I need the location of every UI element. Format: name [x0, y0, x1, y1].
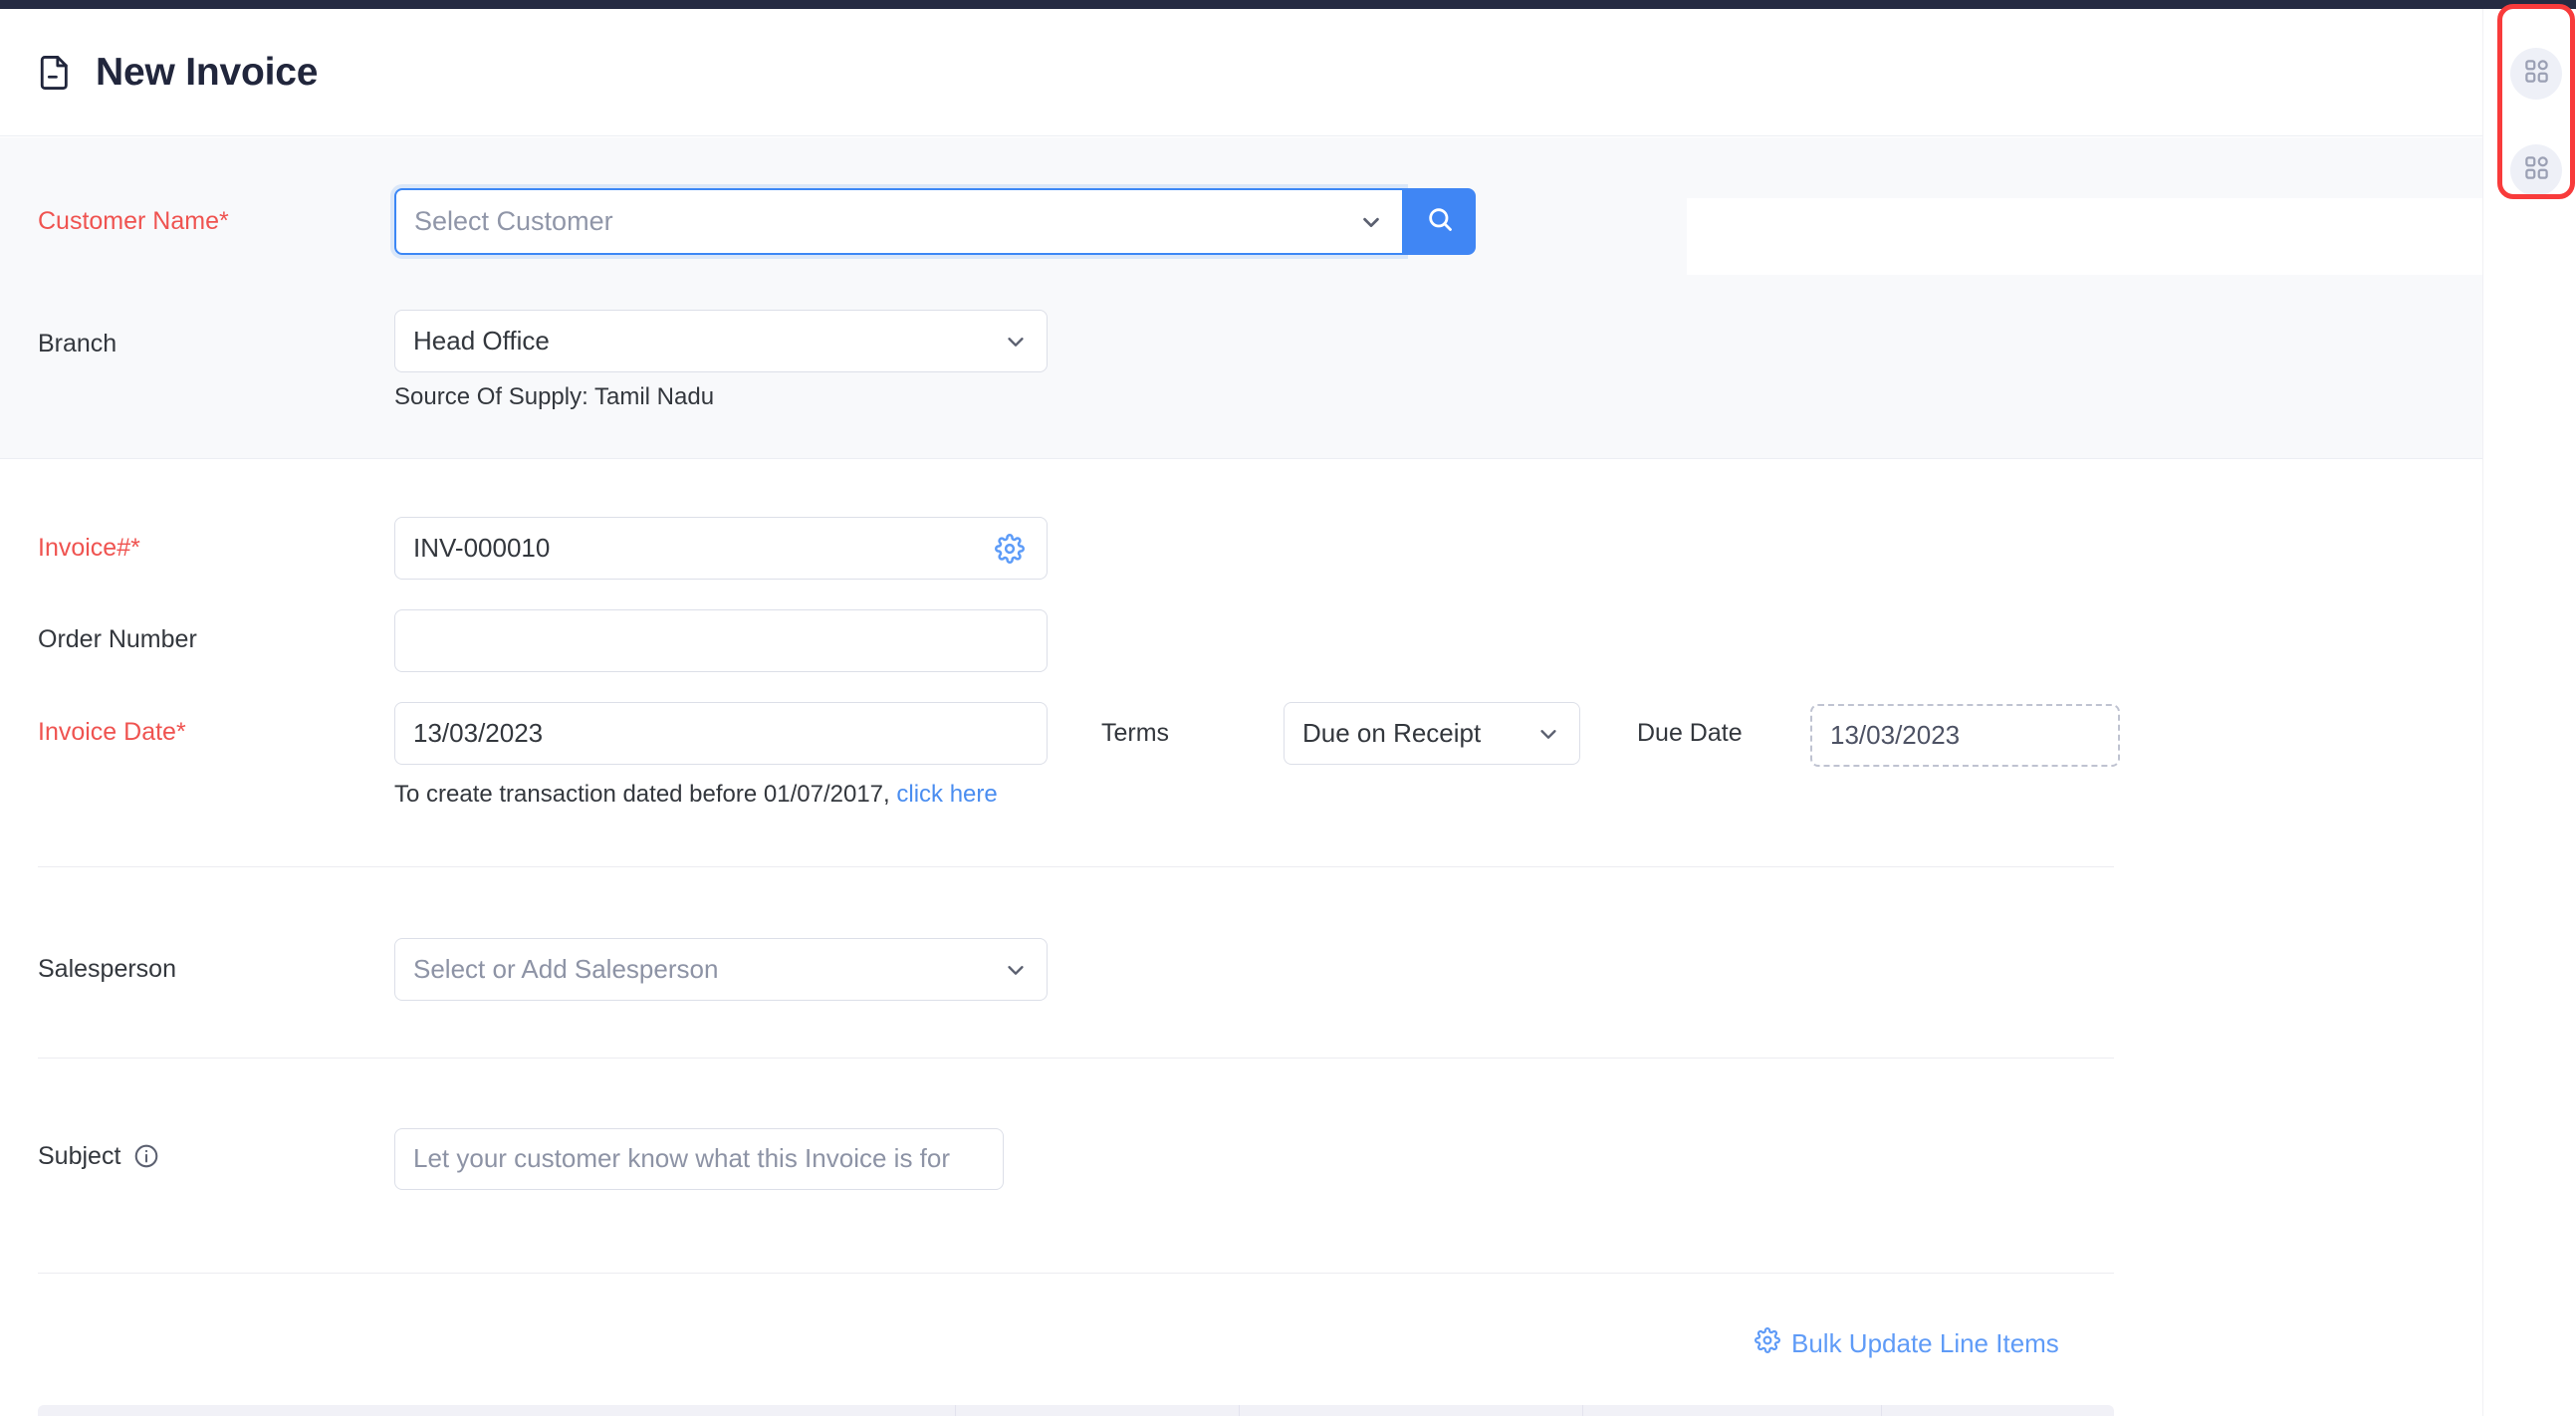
apps-grid-button-1[interactable] [2510, 48, 2562, 100]
salesperson-select[interactable]: Select or Add Salesperson [394, 938, 1048, 1001]
branch-select[interactable]: Head Office [394, 310, 1048, 372]
info-icon[interactable] [133, 1143, 159, 1169]
chevron-down-icon [1005, 331, 1027, 353]
subject-textarea[interactable] [394, 1128, 1004, 1190]
customer-name-placeholder: Select Customer [396, 206, 613, 237]
grid-apps-icon [2523, 58, 2550, 90]
salesperson-label: Salesperson [38, 954, 176, 984]
table-col-amount [1882, 1405, 2114, 1416]
chevron-down-icon [1360, 211, 1382, 233]
page-title: New Invoice [96, 51, 318, 95]
section-divider-1 [38, 866, 2114, 867]
backdated-transaction-link[interactable]: click here [896, 781, 997, 808]
chevron-down-icon [1005, 959, 1027, 981]
branch-label: Branch [38, 329, 117, 358]
search-icon [1426, 205, 1454, 238]
customer-details-panel [1687, 198, 2483, 275]
terms-value: Due on Receipt [1285, 718, 1481, 749]
line-items-table-header [38, 1405, 2114, 1416]
salesperson-placeholder: Select or Add Salesperson [395, 954, 718, 985]
table-col-discount [1583, 1405, 1882, 1416]
invoice-date-helper: To create transaction dated before 01/07… [394, 781, 998, 809]
subject-label: Subject [38, 1141, 120, 1171]
top-app-bar [0, 0, 2576, 9]
source-of-supply-note: Source Of Supply: Tamil Nadu [394, 383, 714, 411]
bulk-update-line-items-link[interactable]: Bulk Update Line Items [1755, 1327, 2059, 1360]
order-number-label: Order Number [38, 624, 197, 654]
terms-label: Terms [1101, 718, 1169, 748]
invoice-date-label: Invoice Date* [38, 717, 186, 747]
due-date-label: Due Date [1637, 718, 1743, 748]
customer-search-button[interactable] [1404, 188, 1476, 255]
invoice-number-input[interactable]: INV-000010 [394, 517, 1048, 580]
table-col-quantity [956, 1405, 1240, 1416]
customer-name-label: Customer Name* [38, 206, 229, 236]
invoice-page: New Invoice Customer Name* Select Custom… [0, 0, 2576, 1416]
grid-apps-icon [2523, 154, 2550, 186]
invoice-number-value: INV-000010 [395, 533, 550, 564]
customer-section [0, 137, 2482, 459]
right-sidebar [2482, 9, 2576, 1416]
terms-select[interactable]: Due on Receipt [1284, 702, 1580, 765]
table-col-item-details [38, 1405, 956, 1416]
customer-name-field-group: Select Customer [394, 188, 1476, 255]
section-divider-3 [38, 1273, 2114, 1274]
invoice-date-value: 13/03/2023 [395, 718, 543, 749]
due-date-display[interactable]: 13/03/2023 [1810, 704, 2120, 767]
due-date-value: 13/03/2023 [1812, 720, 1960, 751]
order-number-input[interactable] [394, 609, 1048, 672]
customer-name-select[interactable]: Select Customer [394, 188, 1404, 255]
document-icon [38, 54, 96, 92]
table-col-rate [1240, 1405, 1583, 1416]
apps-grid-button-2[interactable] [2510, 144, 2562, 196]
page-header: New Invoice [0, 9, 2482, 136]
section-divider-2 [38, 1058, 2114, 1059]
chevron-down-icon [1537, 723, 1559, 745]
gear-icon[interactable] [995, 534, 1025, 564]
bulk-update-label: Bulk Update Line Items [1791, 1328, 2059, 1359]
invoice-number-label: Invoice#* [38, 533, 140, 563]
invoice-date-input[interactable]: 13/03/2023 [394, 702, 1048, 765]
invoice-date-helper-text: To create transaction dated before 01/07… [394, 781, 890, 808]
gear-icon [1755, 1327, 1780, 1360]
branch-value: Head Office [395, 326, 550, 356]
